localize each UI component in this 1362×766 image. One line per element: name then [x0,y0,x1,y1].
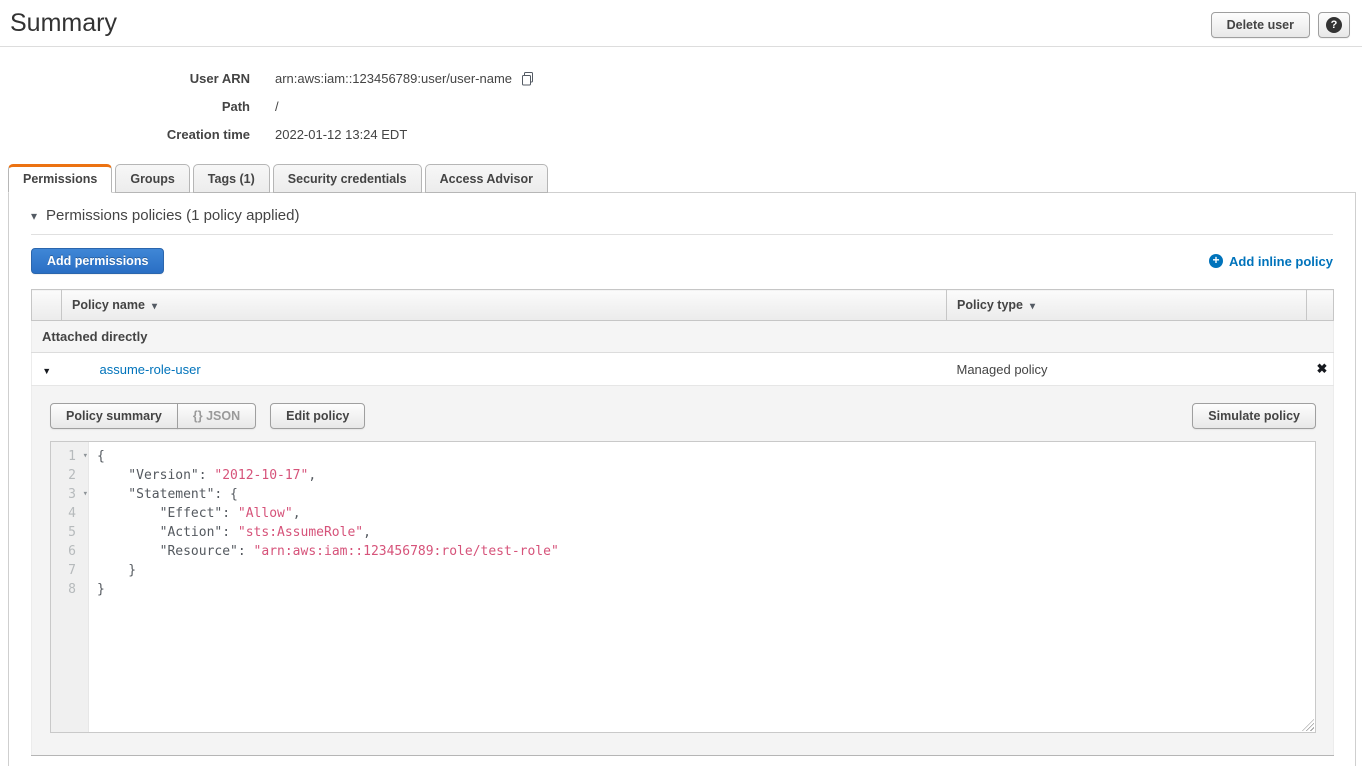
policy-detail-cell: Policy summary {} JSON Edit policy Simul… [32,386,1334,756]
expand-caret-icon: ▼ [42,366,51,376]
meta-label: Path [0,99,250,114]
plus-circle-icon: + [1209,254,1223,268]
add-permissions-button[interactable]: Add permissions [31,248,164,274]
section-title: Permissions policies (1 policy applied) [46,207,299,224]
actions-column-header [1307,290,1334,321]
column-header-policy-type[interactable]: Policy type▾ [947,290,1307,321]
column-header-policy-name[interactable]: Policy name▾ [62,290,947,321]
policy-type-cell: Managed policy [947,353,1307,386]
permissions-policies-section-header[interactable]: ▾ Permissions policies (1 policy applied) [31,193,1333,234]
section-divider [31,234,1333,235]
line-number: 8 [51,580,89,599]
code-content: "Statement": { [97,487,238,502]
help-button[interactable]: ? [1318,12,1350,38]
policy-name-cell: assume-role-user [62,353,947,386]
delete-user-button[interactable]: Delete user [1211,12,1310,38]
code-line: 6 "Resource": "arn:aws:iam::123456789:ro… [51,542,1315,561]
select-column-header [32,290,62,321]
tab-access-advisor[interactable]: Access Advisor [425,164,548,193]
tab-tags[interactable]: Tags (1) [193,164,270,193]
meta-value: / [275,99,279,114]
policy-view-toggle-group: Policy summary {} JSON [50,403,256,429]
meta-row-creation-time: Creation time 2022-01-12 13:24 EDT [0,120,1362,148]
group-label: Attached directly [32,321,1334,353]
meta-row-path: Path / [0,92,1362,120]
code-line: 5 "Action": "sts:AssumeRole", [51,523,1315,542]
code-lines: 1▾{2 "Version": "2012-10-17",3▾ "Stateme… [51,447,1315,599]
policy-view-left-actions: Policy summary {} JSON Edit policy [50,403,365,429]
detach-policy-icon[interactable]: ✖ [1317,361,1328,376]
table-group-row: Attached directly [32,321,1334,353]
code-content: } [97,582,105,597]
policy-table: Policy name▾ Policy type▾ Attached direc… [31,289,1334,756]
table-header-row: Policy name▾ Policy type▾ [32,290,1334,321]
code-line: 4 "Effect": "Allow", [51,504,1315,523]
user-meta: User ARN arn:aws:iam::123456789:user/use… [0,47,1362,149]
edit-policy-button[interactable]: Edit policy [270,403,365,429]
fold-caret-icon[interactable]: ▾ [83,485,88,504]
meta-label: User ARN [0,71,250,86]
collapse-caret-icon: ▾ [31,209,37,223]
copy-icon[interactable] [520,71,535,86]
policy-detail-row: Policy summary {} JSON Edit policy Simul… [32,386,1334,756]
policy-name-link[interactable]: assume-role-user [100,362,201,377]
code-content: "Version": "2012-10-17", [97,468,316,483]
simulate-policy-button[interactable]: Simulate policy [1192,403,1316,429]
permissions-tab-panel: ▾ Permissions policies (1 policy applied)… [8,192,1356,766]
expand-policy-toggle[interactable]: ▼ [32,353,62,386]
sort-caret-icon: ▾ [1030,301,1035,312]
page-title: Summary [10,9,117,38]
code-content: } [97,563,136,578]
meta-value: arn:aws:iam::123456789:user/user-name [275,71,535,86]
code-line: 2 "Version": "2012-10-17", [51,466,1315,485]
code-line: 1▾ { [51,447,1315,466]
code-content: "Action": "sts:AssumeRole", [97,525,371,540]
code-content: { [97,449,105,464]
meta-value: 2022-01-12 13:24 EDT [275,127,407,142]
page-header: Summary Delete user ? [0,0,1362,38]
code-line: 7 } [51,561,1315,580]
json-button[interactable]: {} JSON [177,403,256,429]
line-number: 6 [51,542,89,561]
tab-bar: Permissions Groups Tags (1) Security cre… [8,164,1356,193]
line-number: 2 [51,466,89,485]
table-row: ▼ assume-role-user Managed policy ✖ [32,353,1334,386]
policy-view-toolbar: Policy summary {} JSON Edit policy Simul… [50,403,1316,429]
line-number: 4 [51,504,89,523]
meta-label: Creation time [0,127,250,142]
meta-row-user-arn: User ARN arn:aws:iam::123456789:user/use… [0,64,1362,92]
line-number: 7 [51,561,89,580]
line-number: 5 [51,523,89,542]
code-content: "Resource": "arn:aws:iam::123456789:role… [97,544,559,559]
tab-permissions[interactable]: Permissions [8,164,112,193]
help-icon: ? [1326,17,1342,33]
detach-policy-cell: ✖ [1307,353,1334,386]
line-number: 1▾ [51,447,89,466]
add-inline-policy-link[interactable]: + Add inline policy [1209,254,1333,269]
tab-groups[interactable]: Groups [115,164,189,193]
code-line: 3▾ "Statement": { [51,485,1315,504]
code-line: 8} [51,580,1315,599]
header-actions: Delete user ? [1211,12,1350,38]
code-content: "Effect": "Allow", [97,506,301,521]
policy-actions-row: Add permissions + Add inline policy [31,248,1333,274]
fold-caret-icon[interactable]: ▾ [83,447,88,466]
policy-json-editor[interactable]: 1▾{2 "Version": "2012-10-17",3▾ "Stateme… [50,441,1316,733]
editor-resize-handle[interactable] [1302,719,1314,731]
line-number: 3▾ [51,485,89,504]
policy-summary-button[interactable]: Policy summary [50,403,178,429]
sort-caret-icon: ▾ [152,301,157,312]
tab-security-credentials[interactable]: Security credentials [273,164,422,193]
